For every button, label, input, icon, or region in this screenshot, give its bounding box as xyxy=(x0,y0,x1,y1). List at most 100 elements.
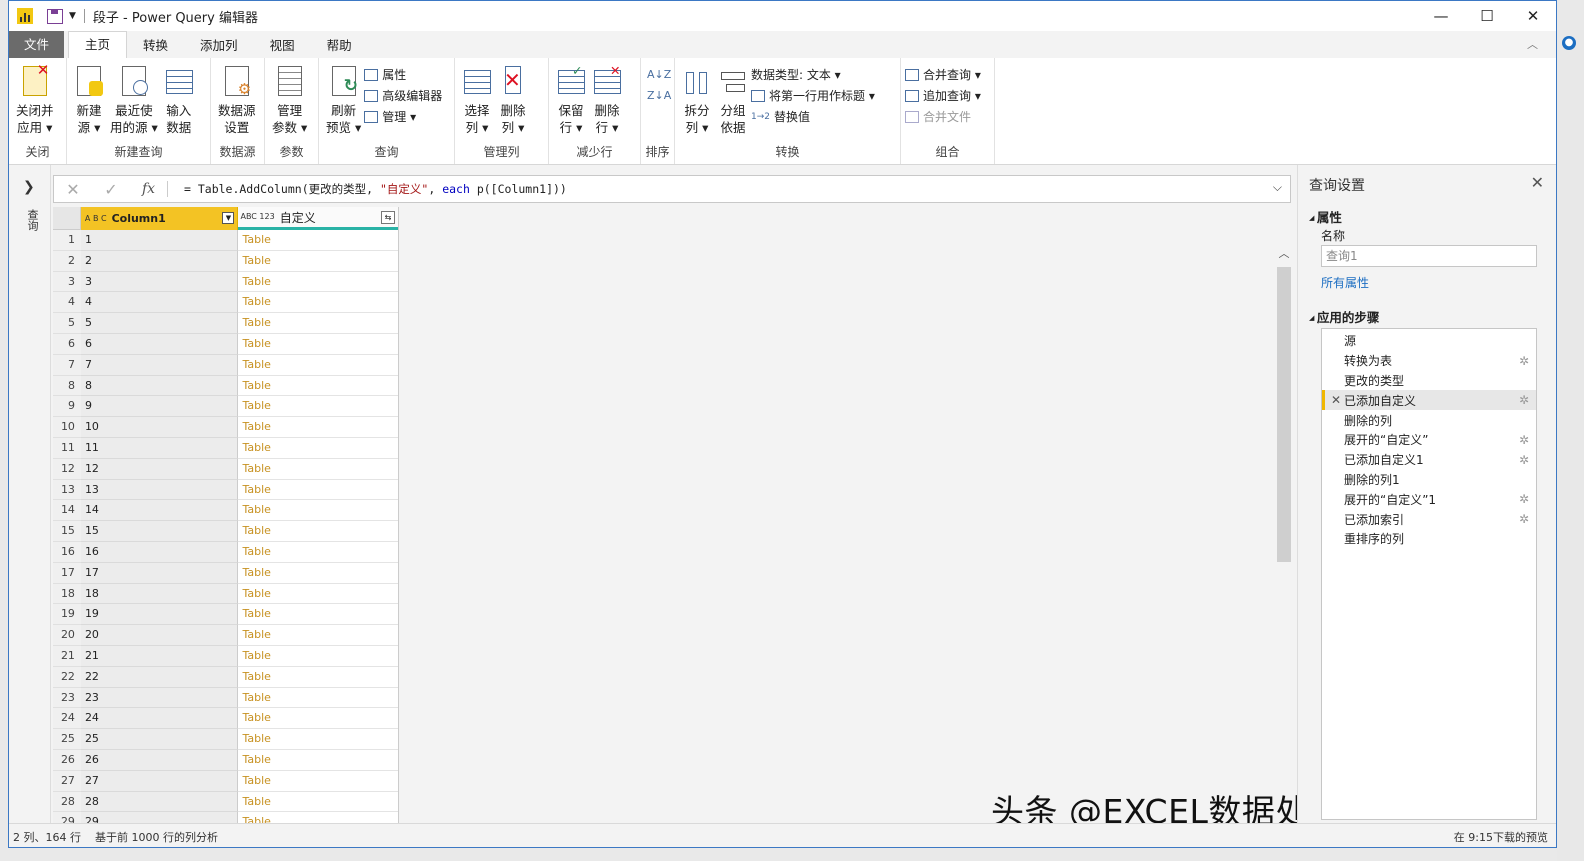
custom-table-cell[interactable]: Table xyxy=(238,355,398,376)
column1-filter-icon[interactable]: ▼ xyxy=(222,212,235,224)
custom-table-cell[interactable]: Table xyxy=(238,292,398,314)
expand-formula-icon[interactable]: ⌵ xyxy=(1273,180,1282,195)
applied-step[interactable]: 删除的列1 xyxy=(1322,470,1536,490)
close-panel-icon[interactable]: ✕ xyxy=(1531,173,1544,192)
column1-cell[interactable]: 26 xyxy=(80,749,239,771)
custom-table-cell[interactable]: Table xyxy=(238,708,398,730)
custom-table-cell[interactable]: Table xyxy=(238,396,398,418)
combine-files-button[interactable]: 合并文件 xyxy=(905,106,981,127)
column1-cell[interactable]: 21 xyxy=(80,645,239,667)
column1-cell[interactable]: 14 xyxy=(80,500,239,522)
custom-table-cell[interactable]: Table xyxy=(238,438,398,459)
row-number[interactable]: 9 xyxy=(53,396,81,418)
applied-step[interactable]: 源 xyxy=(1322,331,1536,351)
scroll-up-icon[interactable]: ︿ xyxy=(1277,245,1291,261)
row-number[interactable]: 10 xyxy=(53,417,81,438)
refresh-preview-button[interactable]: ↻ 刷新 预览 ▾ xyxy=(323,62,364,136)
applied-step[interactable]: 已添加索引 ✲ xyxy=(1322,509,1536,529)
column1-cell[interactable]: 5 xyxy=(80,313,239,334)
custom-table-cell[interactable]: Table xyxy=(238,251,398,272)
applied-step[interactable]: 展开的“自定义”1 ✲ xyxy=(1322,489,1536,509)
row-number[interactable]: 14 xyxy=(53,500,81,522)
custom-table-cell[interactable]: Table xyxy=(238,604,398,626)
step-settings-icon[interactable]: ✲ xyxy=(1519,393,1529,407)
minimize-button[interactable]: — xyxy=(1418,1,1464,31)
column1-cell[interactable]: 24 xyxy=(80,708,239,730)
custom-table-cell[interactable]: Table xyxy=(238,812,398,823)
custom-table-cell[interactable]: Table xyxy=(238,792,398,813)
row-number[interactable]: 6 xyxy=(53,333,81,355)
datasource-settings-button[interactable]: ⚙ 数据源 设置 xyxy=(215,62,259,136)
column1-cell[interactable]: 13 xyxy=(80,479,239,501)
advanced-editor-button[interactable]: 高级编辑器 xyxy=(364,85,442,106)
row-number[interactable]: 12 xyxy=(53,458,81,480)
quick-access-dropdown-icon[interactable]: ▼ xyxy=(69,11,76,21)
applied-step[interactable]: 转换为表 ✲ xyxy=(1322,351,1536,371)
split-column-button[interactable]: 拆分 列 ▾ xyxy=(679,62,715,136)
tab-add-column[interactable]: 添加列 xyxy=(184,33,254,58)
column1-cell[interactable]: 29 xyxy=(80,812,239,823)
step-settings-icon[interactable]: ✲ xyxy=(1519,512,1529,526)
custom-table-cell[interactable]: Table xyxy=(238,480,398,501)
column1-cell[interactable]: 16 xyxy=(80,541,239,563)
row-number[interactable]: 5 xyxy=(53,313,81,334)
any-type-icon[interactable]: ABC 123 xyxy=(240,213,274,221)
custom-table-cell[interactable]: Table xyxy=(238,521,398,542)
properties-section-title[interactable]: 属性 xyxy=(1309,207,1342,226)
queries-pane-label[interactable]: 查询 xyxy=(24,209,40,231)
row-number[interactable]: 22 xyxy=(53,666,81,688)
row-number[interactable]: 29 xyxy=(53,812,81,823)
custom-table-cell[interactable]: Table xyxy=(238,667,398,688)
column1-cell[interactable]: 20 xyxy=(80,625,239,646)
row-number[interactable]: 19 xyxy=(53,604,81,626)
choose-columns-button[interactable]: 选择 列 ▾ xyxy=(459,62,495,136)
tab-view[interactable]: 视图 xyxy=(254,33,311,58)
applied-step[interactable]: 展开的“自定义” ✲ xyxy=(1322,430,1536,450)
tab-file[interactable]: 文件 xyxy=(9,31,65,58)
column1-cell[interactable]: 27 xyxy=(80,770,239,792)
row-number[interactable]: 21 xyxy=(53,645,81,667)
column1-cell[interactable]: 3 xyxy=(80,271,239,293)
delete-step-icon[interactable]: ✕ xyxy=(1331,393,1341,407)
custom-table-cell[interactable]: Table xyxy=(238,625,398,646)
sort-descending-button[interactable]: Z↓A xyxy=(647,85,671,106)
close-window-button[interactable]: ✕ xyxy=(1510,1,1556,31)
column-header-custom[interactable]: ABC 123 自定义 ⇆ xyxy=(238,207,398,230)
applied-step[interactable]: 重排序的列 xyxy=(1322,529,1536,549)
maximize-button[interactable]: ☐ xyxy=(1464,1,1510,31)
column1-cell[interactable]: 10 xyxy=(80,417,239,438)
row-number[interactable]: 27 xyxy=(53,770,81,792)
cancel-formula-icon[interactable]: ✕ xyxy=(54,180,92,199)
column1-cell[interactable]: 6 xyxy=(80,333,239,355)
sort-ascending-button[interactable]: A↓Z xyxy=(647,64,671,85)
step-settings-icon[interactable]: ✲ xyxy=(1519,433,1529,447)
row-number[interactable]: 15 xyxy=(53,521,81,542)
row-number[interactable]: 3 xyxy=(53,271,81,293)
column1-cell[interactable]: 19 xyxy=(80,604,239,626)
applied-step[interactable]: ✕ 已添加自定义 ✲ xyxy=(1322,390,1536,411)
column1-cell[interactable]: 23 xyxy=(80,687,239,709)
query-name-input[interactable]: 查询1 xyxy=(1321,245,1537,267)
column1-cell[interactable]: 25 xyxy=(80,729,239,750)
custom-table-cell[interactable]: Table xyxy=(238,334,398,355)
row-number[interactable]: 24 xyxy=(53,708,81,730)
profiling-status[interactable]: 基于前 1000 行的列分析 xyxy=(95,829,218,845)
row-number[interactable]: 20 xyxy=(53,625,81,646)
custom-table-cell[interactable]: Table xyxy=(238,272,398,293)
custom-table-cell[interactable]: Table xyxy=(238,500,398,522)
column1-cell[interactable]: 4 xyxy=(80,292,239,314)
scrollbar-thumb[interactable] xyxy=(1277,267,1291,562)
recent-sources-button[interactable]: 最近使 用的源 ▾ xyxy=(107,62,161,136)
new-source-button[interactable]: 新建 源 ▾ xyxy=(71,62,107,136)
applied-step[interactable]: 已添加自定义1 ✲ xyxy=(1322,450,1536,470)
column1-cell[interactable]: 28 xyxy=(80,791,239,813)
custom-table-cell[interactable]: Table xyxy=(238,376,398,397)
column1-cell[interactable]: 22 xyxy=(80,666,239,688)
group-by-button[interactable]: 分组 依据 xyxy=(715,62,751,136)
column1-cell[interactable]: 11 xyxy=(80,437,239,459)
expand-column-icon[interactable]: ⇆ xyxy=(381,211,395,224)
close-apply-button[interactable]: ✕ 关闭并 应用 ▾ xyxy=(13,62,57,136)
column1-cell[interactable]: 2 xyxy=(80,250,239,272)
step-settings-icon[interactable]: ✲ xyxy=(1519,453,1529,467)
row-number[interactable]: 28 xyxy=(53,791,81,813)
